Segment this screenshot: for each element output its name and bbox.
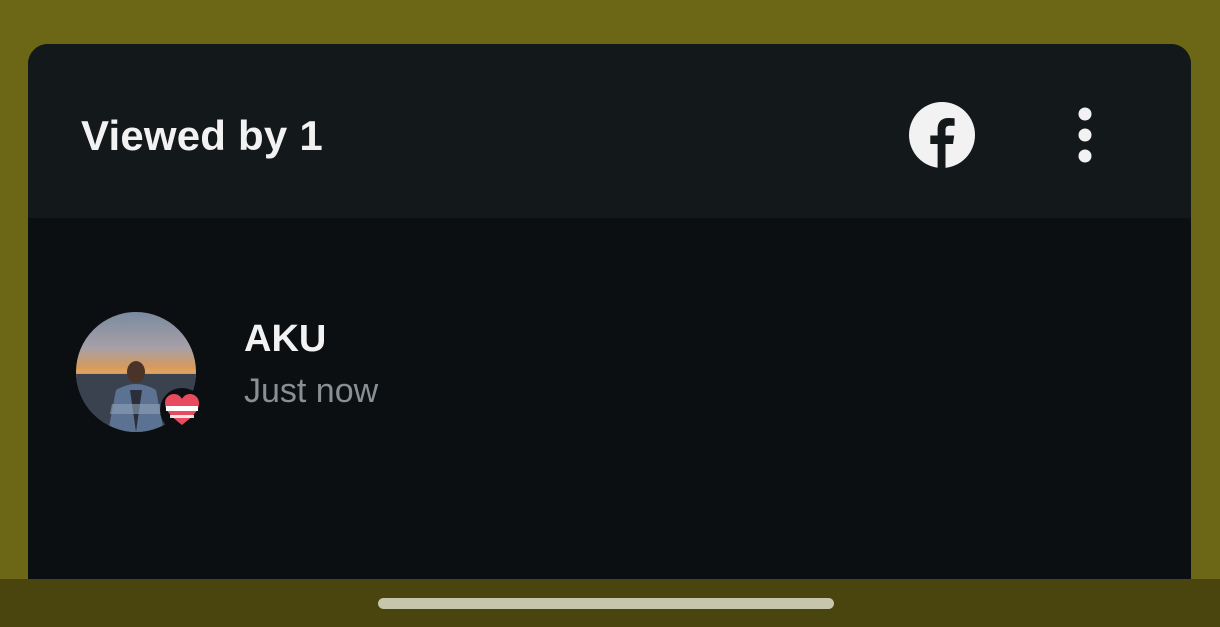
facebook-button[interactable] bbox=[909, 102, 975, 168]
viewer-name: AKU bbox=[244, 318, 327, 360]
sheet-header: Viewed by 1 bbox=[28, 44, 1191, 218]
heart-icon bbox=[165, 394, 199, 425]
facebook-icon bbox=[909, 102, 975, 168]
header-title: Viewed by 1 bbox=[81, 112, 323, 159]
more-vertical-icon bbox=[1078, 107, 1092, 163]
navigation-bar bbox=[0, 579, 1220, 627]
viewer-list-item[interactable]: AKU Just now bbox=[28, 294, 1191, 444]
viewers-sheet: Viewed by 1 AKU Just now bbox=[28, 44, 1191, 604]
reaction-badge bbox=[160, 388, 204, 432]
home-indicator[interactable] bbox=[378, 598, 834, 609]
viewer-timestamp: Just now bbox=[244, 372, 379, 410]
more-options-button[interactable] bbox=[1060, 106, 1110, 164]
screen: Viewed by 1 AKU Just now bbox=[0, 0, 1220, 627]
